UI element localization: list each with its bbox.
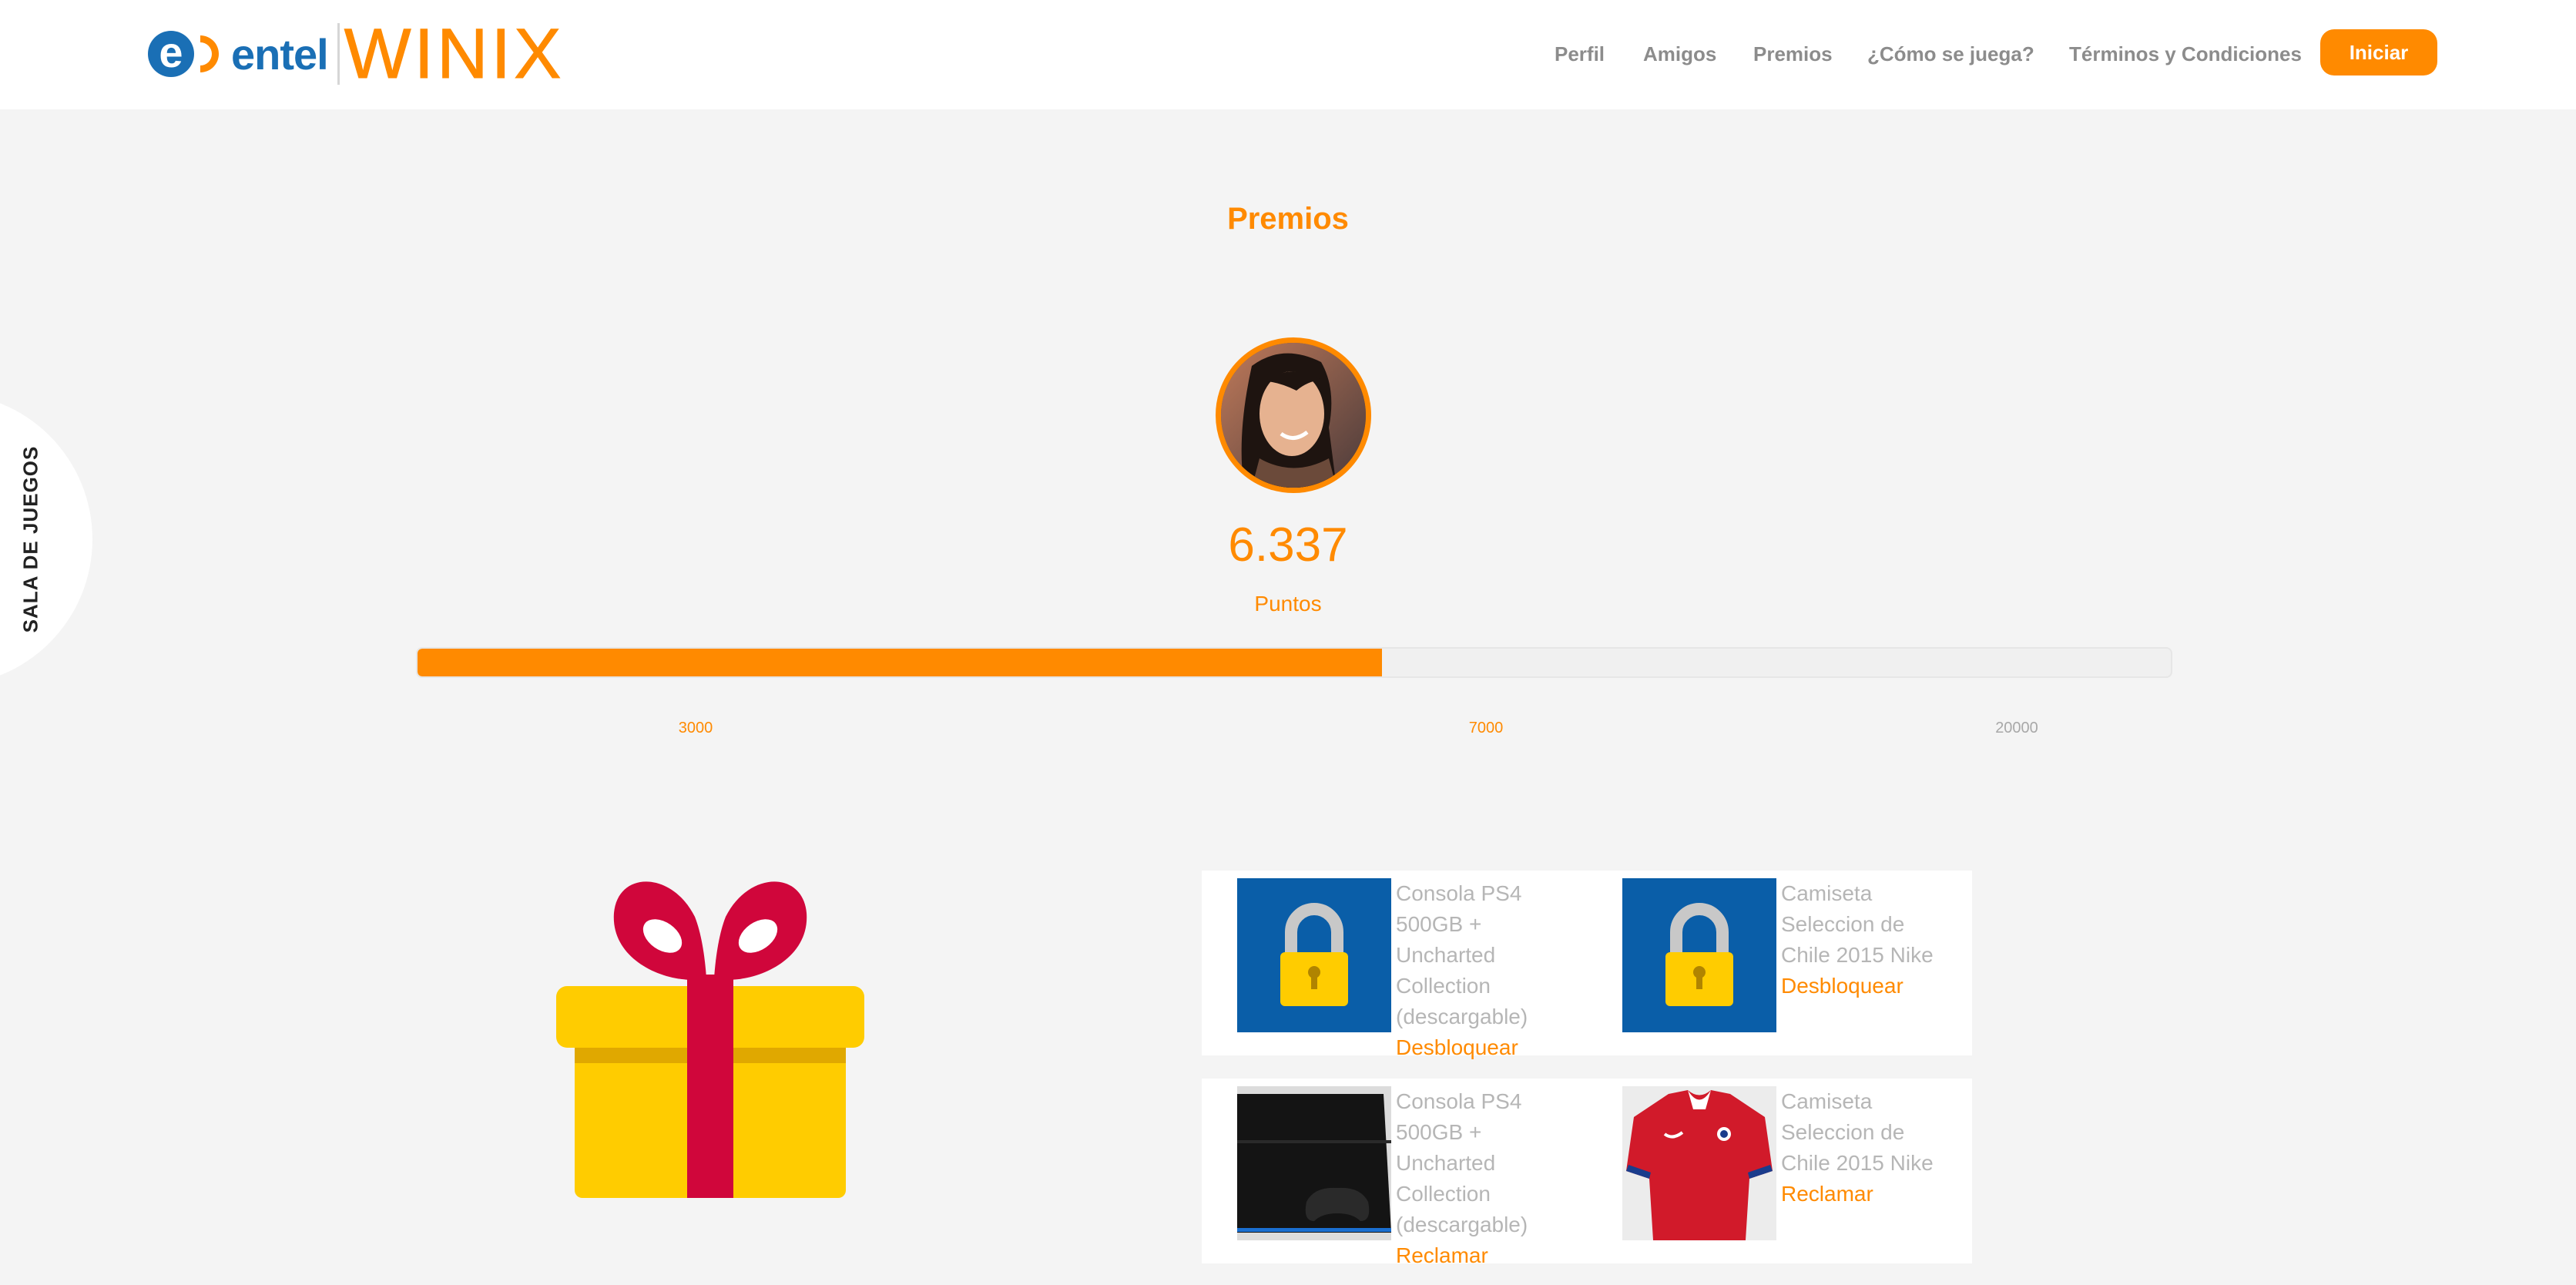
chile-jersey-image xyxy=(1622,1086,1776,1240)
desbloquear-link[interactable]: Desbloquear xyxy=(1396,1032,1550,1063)
logo-product-text: WINIX xyxy=(344,15,565,93)
prize-thumb xyxy=(1237,878,1391,1032)
prize-title: Camiseta Seleccion de Chile 2015 Nike xyxy=(1781,1089,1934,1175)
entel-arc-icon xyxy=(200,35,219,72)
points-progress-fill xyxy=(418,649,1382,676)
nav-amigos[interactable]: Amigos xyxy=(1643,34,1716,74)
avatar[interactable] xyxy=(1216,337,1371,493)
desbloquear-link[interactable]: Desbloquear xyxy=(1781,971,1935,1001)
prize-title: Consola PS4 500GB + Uncharted Collection… xyxy=(1396,881,1528,1028)
prize-card: Consola PS4 500GB + Uncharted Collection… xyxy=(1237,1086,1607,1267)
points-value: 6.337 xyxy=(1228,518,1348,572)
nav-terminos[interactable]: Términos y Condiciones xyxy=(2069,34,2302,74)
nav-premios[interactable]: Premios xyxy=(1753,34,1833,74)
reclamar-link[interactable]: Reclamar xyxy=(1396,1240,1550,1271)
lock-icon xyxy=(1665,903,1733,1006)
prize-card: Consola PS4 500GB + Uncharted Collection… xyxy=(1237,878,1607,1059)
prize-title: Consola PS4 500GB + Uncharted Collection… xyxy=(1396,1089,1528,1236)
entel-e-icon: e xyxy=(148,31,194,77)
nav-perfil[interactable]: Perfil xyxy=(1555,34,1605,74)
top-header: e entel WINIX Perfil Amigos Premios ¿Cóm… xyxy=(0,0,2576,109)
iniciar-button[interactable]: Iniciar xyxy=(2320,29,2437,75)
points-label: Puntos xyxy=(1254,592,1322,616)
gift-icon xyxy=(556,881,864,1198)
milestone-3000: 3000 xyxy=(678,720,713,736)
milestone-20000: 20000 xyxy=(1995,720,2038,736)
prize-row-claimable: Consola PS4 500GB + Uncharted Collection… xyxy=(1202,1079,1972,1267)
avatar-photo xyxy=(1221,343,1366,488)
prize-thumb[interactable] xyxy=(1237,1086,1391,1240)
prize-card: Camiseta Seleccion de Chile 2015 Nike De… xyxy=(1622,878,1992,1048)
page-title: Premios xyxy=(1227,202,1349,236)
points-progress-bar xyxy=(416,647,2172,678)
prize-thumb[interactable] xyxy=(1622,1086,1776,1240)
prize-thumb xyxy=(1622,878,1776,1032)
prize-card: Camiseta Seleccion de Chile 2015 Nike Re… xyxy=(1622,1086,1992,1256)
logo-brand-text: entel xyxy=(231,29,329,79)
reclamar-link[interactable]: Reclamar xyxy=(1781,1179,1935,1210)
lock-icon xyxy=(1280,903,1348,1006)
logo-divider xyxy=(337,23,340,85)
milestone-7000: 7000 xyxy=(1468,720,1504,736)
nav-como-se-juega[interactable]: ¿Cómo se juega? xyxy=(1867,34,2034,74)
prize-row-locked: Consola PS4 500GB + Uncharted Collection… xyxy=(1202,871,1972,1059)
entel-winix-logo[interactable]: e entel WINIX xyxy=(148,15,565,93)
prize-title: Camiseta Seleccion de Chile 2015 Nike xyxy=(1781,881,1934,967)
ps4-console-image xyxy=(1237,1086,1391,1240)
